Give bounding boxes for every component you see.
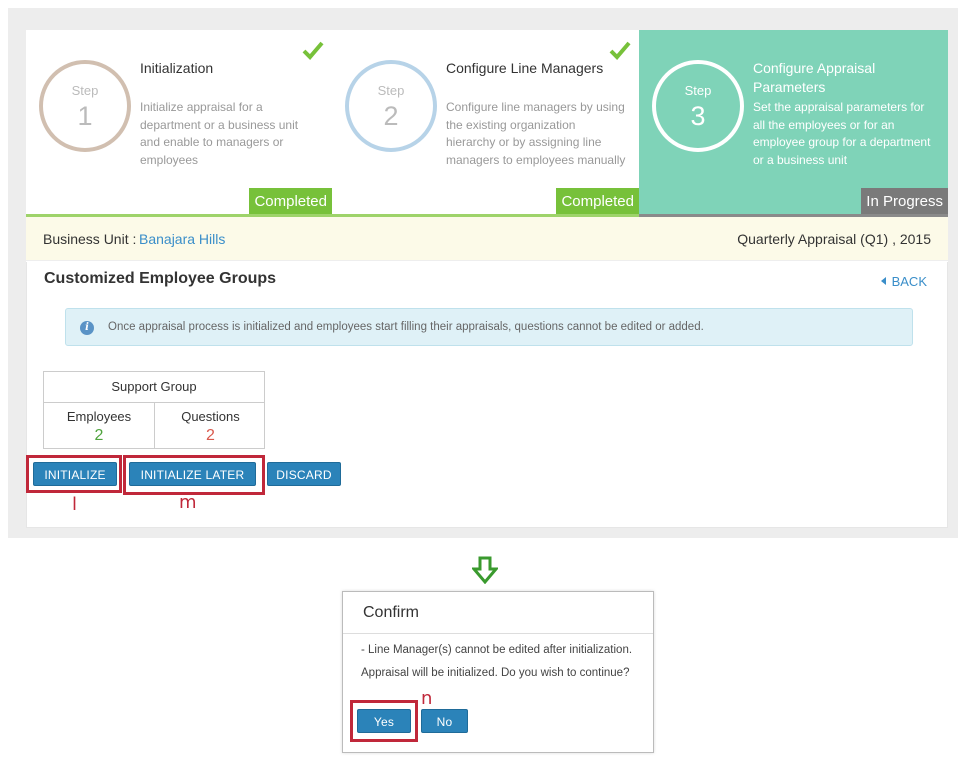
step-title: Initialization (140, 60, 214, 76)
discard-button[interactable]: DISCARD (267, 462, 341, 486)
yes-button[interactable]: Yes (357, 709, 411, 733)
step-description: Set the appraisal parameters for all the… (753, 100, 931, 167)
status-badge: Completed (556, 188, 639, 216)
checkmark-icon (302, 41, 324, 60)
info-alert: i Once appraisal process is initialized … (65, 308, 913, 346)
business-unit-bar: Business Unit : Banajara Hills Quarterly… (26, 217, 948, 261)
info-message: Once appraisal process is initialized an… (108, 321, 704, 333)
questions-count: 2 (206, 427, 215, 444)
step-circle: Step 2 (345, 60, 437, 152)
business-unit-link[interactable]: Banajara Hills (139, 231, 225, 247)
employees-label: Employees (66, 409, 132, 424)
step-card-configure-appraisal-parameters: Step 3 Configure Appraisal Parameters Se… (639, 30, 948, 216)
dialog-message-line2: Appraisal will be initialized. Do you wi… (361, 667, 630, 679)
no-button[interactable]: No (421, 709, 468, 733)
page-title: Customized Employee Groups (44, 270, 277, 287)
step-circle: Step 3 (652, 60, 744, 152)
step-circle: Step 1 (39, 60, 131, 152)
initialize-button[interactable]: INITIALIZE (33, 462, 117, 486)
employees-count: 2 (94, 427, 104, 444)
checkmark-icon (609, 41, 631, 60)
dialog-message-line1: - Line Manager(s) cannot be edited after… (361, 644, 633, 656)
caret-left-icon (880, 277, 886, 285)
arrow-down-icon (472, 556, 498, 584)
status-badge: In Progress (861, 188, 948, 216)
status-badge: Completed (249, 188, 332, 216)
annotation-label-n: n (421, 688, 433, 709)
employees-cell: Employees 2 (44, 403, 155, 449)
step-description: Configure line managers by using the exi… (446, 100, 626, 167)
step-label: Step (684, 83, 712, 98)
step-title: Configure Appraisal Parameters (753, 60, 876, 95)
step-label: Step (377, 83, 405, 98)
questions-cell: Questions 2 (155, 403, 266, 449)
appraisal-panel: Step 1 Initialization Initialize apprais… (26, 30, 948, 528)
step-card-configure-line-managers: Step 2 Configure Line Managers Configure… (332, 30, 639, 216)
step-number: 3 (690, 101, 706, 131)
step-card-initialization: Step 1 Initialization Initialize apprais… (26, 30, 332, 216)
dialog-title: Confirm (363, 604, 420, 621)
step-label: Step (71, 83, 99, 98)
appraisal-period: Quarterly Appraisal (Q1) , 2015 (737, 231, 931, 247)
step-number: 1 (77, 101, 93, 131)
back-link[interactable]: BACK (880, 274, 927, 289)
step-title: Configure Line Managers (446, 60, 604, 76)
group-name: Support Group (44, 372, 264, 403)
business-unit-label: Business Unit : (43, 231, 137, 247)
back-label: BACK (891, 274, 927, 289)
annotation-label-l: l (72, 494, 78, 515)
step-description: Initialize appraisal for a department or… (140, 100, 299, 167)
questions-label: Questions (181, 409, 240, 424)
employee-group-card[interactable]: Support Group Employees 2 Questions 2 (43, 371, 265, 449)
info-icon: i (80, 321, 94, 335)
annotation-label-m: m (179, 492, 197, 513)
dialog-divider (343, 633, 653, 634)
initialize-later-button[interactable]: INITIALIZE LATER (129, 462, 256, 486)
step-number: 2 (383, 101, 399, 131)
